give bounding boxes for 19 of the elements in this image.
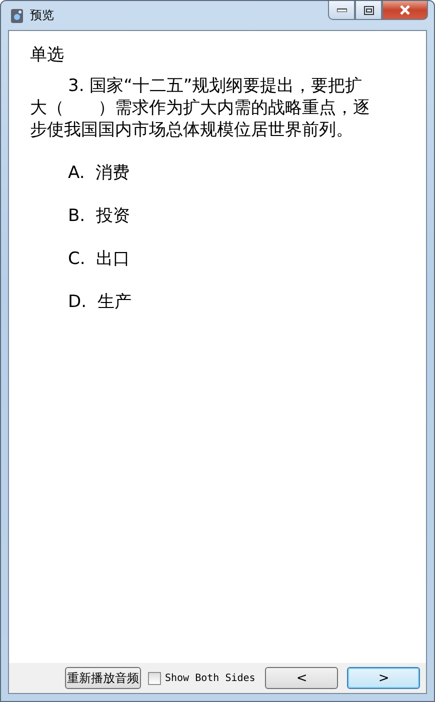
replay-audio-button[interactable]: 重新播放音频 bbox=[65, 667, 141, 689]
maximize-button[interactable] bbox=[355, 1, 382, 20]
app-icon bbox=[10, 8, 24, 24]
answer-option[interactable]: C. 出口 bbox=[68, 237, 130, 280]
question-text: 3. 国家“十二五”规划纲要提出，要把扩大（ ）需求作为扩大内需的战略重点，逐步使我国国内市场总体规模位居世界前列。 bbox=[30, 75, 370, 141]
window-title: 预览 bbox=[30, 7, 54, 24]
minimize-button[interactable] bbox=[328, 1, 355, 20]
previous-button[interactable]: < bbox=[265, 667, 338, 689]
checkbox-label: Show Both Sides bbox=[165, 672, 256, 684]
show-both-sides-checkbox[interactable] bbox=[148, 672, 161, 684]
close-button[interactable] bbox=[382, 1, 428, 20]
answer-option[interactable]: B. 投资 bbox=[68, 194, 130, 237]
answer-option[interactable]: D. 生产 bbox=[68, 280, 132, 323]
next-button[interactable]: > bbox=[347, 667, 420, 689]
maximize-icon bbox=[364, 6, 374, 14]
answer-option[interactable]: A. 消费 bbox=[68, 151, 130, 194]
close-icon bbox=[399, 5, 411, 15]
minimize-icon bbox=[336, 8, 346, 12]
question-type: 单选 bbox=[30, 44, 65, 66]
